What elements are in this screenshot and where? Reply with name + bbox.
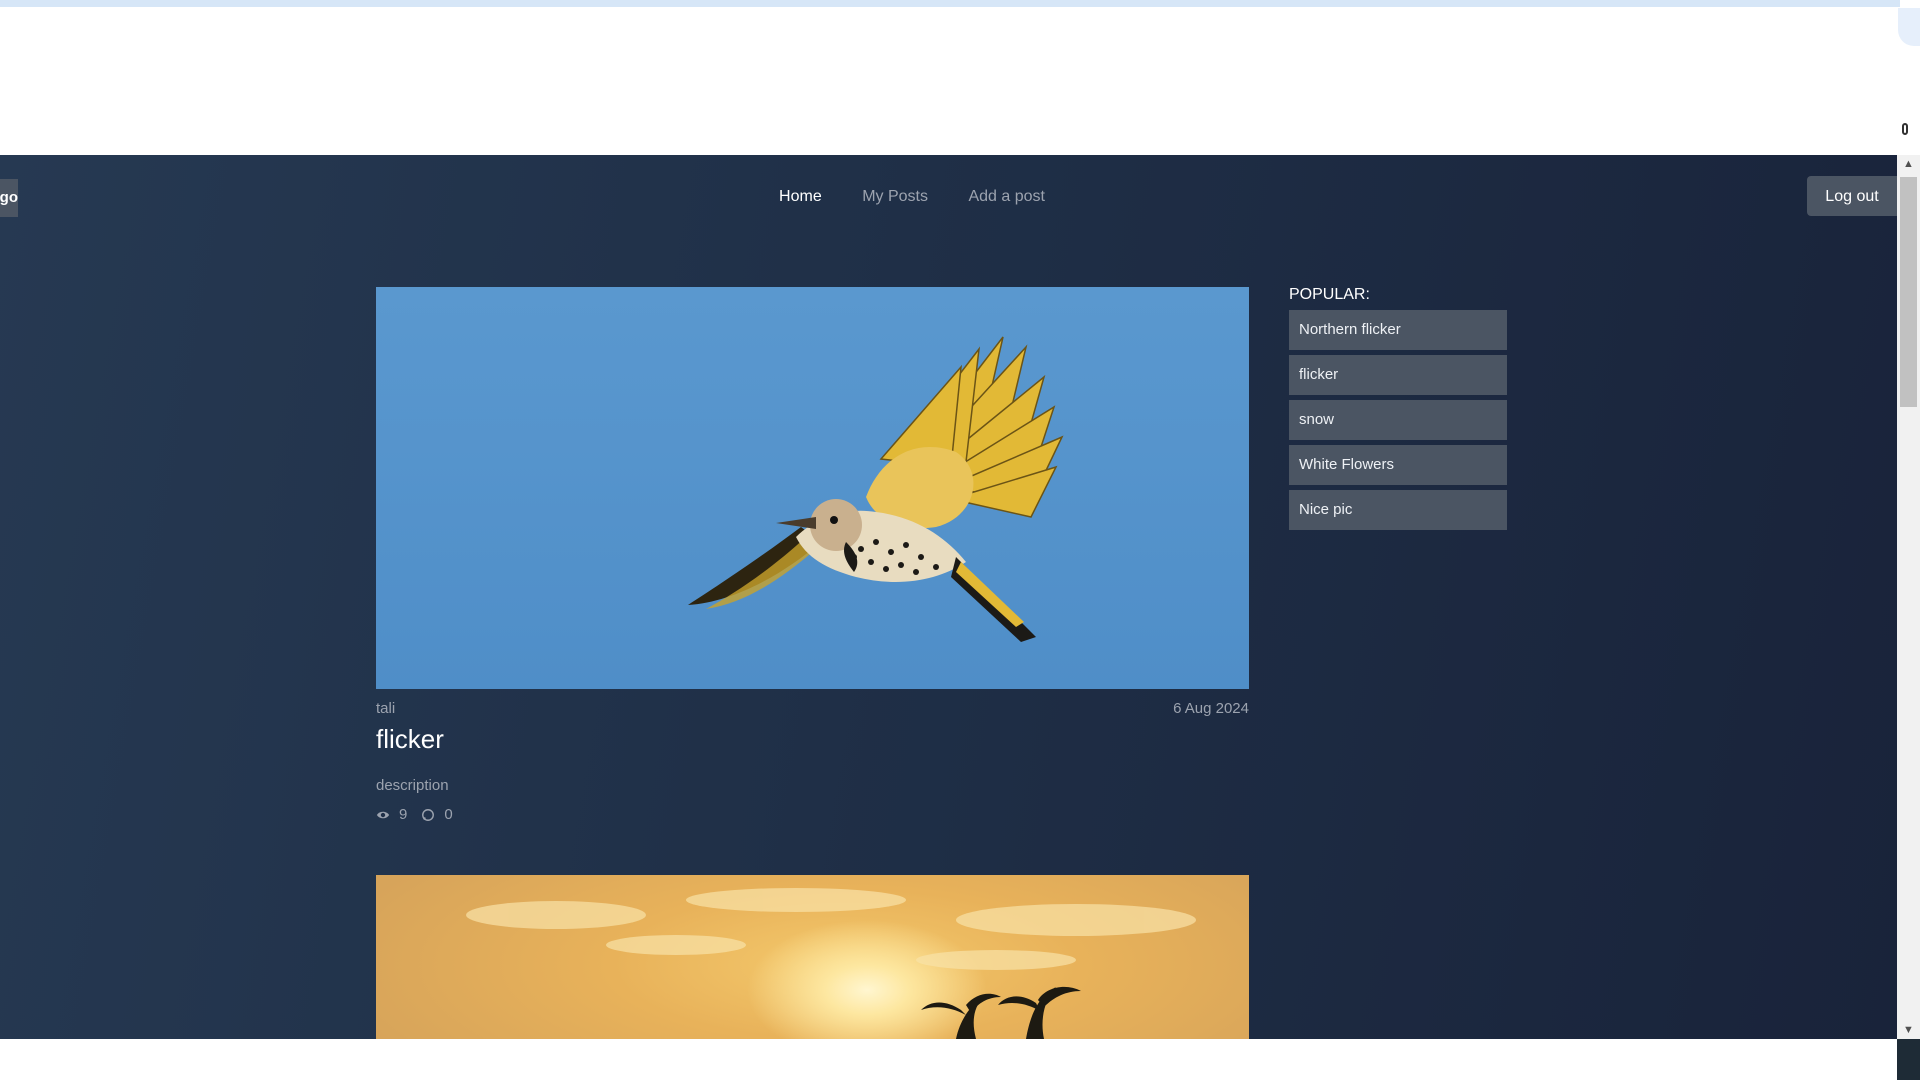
- comment-icon: [422, 808, 435, 821]
- nav-home[interactable]: Home: [779, 188, 822, 206]
- sunset-illustration: [466, 888, 1196, 1039]
- popular-item[interactable]: Northern flicker: [1289, 310, 1507, 350]
- popular-sidebar: POPULAR: Northern flicker flicker snow W…: [1289, 286, 1507, 535]
- post-date: 6 Aug 2024: [1173, 700, 1249, 717]
- browser-top-area: [0, 7, 1900, 155]
- scroll-thumb[interactable]: [1900, 177, 1917, 407]
- views-count: 9: [399, 806, 408, 823]
- scroll-down-icon[interactable]: ▼: [1897, 1021, 1920, 1039]
- popular-title: POPULAR:: [1289, 286, 1370, 303]
- post-card: tali 6 Aug 2024 flicker description 9 0: [376, 287, 1249, 823]
- comments-count: 0: [444, 806, 453, 823]
- popular-item[interactable]: snow: [1289, 400, 1507, 440]
- flying-bird-illustration: [688, 336, 1064, 642]
- nav-add-post[interactable]: Add a post: [968, 188, 1045, 206]
- page-scrollbar[interactable]: ▲ ▼: [1897, 155, 1920, 1039]
- browser-corner-widget: [1898, 8, 1920, 46]
- nav-my-posts[interactable]: My Posts: [862, 188, 928, 206]
- popular-item[interactable]: flicker: [1289, 355, 1507, 395]
- browser-top-border: [0, 0, 1900, 7]
- post-title[interactable]: flicker: [376, 724, 1249, 755]
- browser-bottom-corner: [1897, 1039, 1920, 1080]
- browser-bottom-area: [0, 1039, 1897, 1080]
- browser-corner-icon: [1902, 123, 1908, 135]
- logout-button[interactable]: Log out: [1807, 176, 1897, 216]
- post-stats: 9 0: [376, 806, 1249, 823]
- app-page: Logo Home My Posts Add a post Log out: [0, 155, 1897, 1039]
- popular-item[interactable]: Nice pic: [1289, 490, 1507, 530]
- main-nav: Home My Posts Add a post: [0, 188, 1824, 206]
- eye-icon: [376, 811, 390, 818]
- popular-item[interactable]: White Flowers: [1289, 445, 1507, 485]
- post-card: [376, 875, 1249, 1039]
- post-meta: tali 6 Aug 2024: [376, 700, 1249, 720]
- post-description: description: [376, 777, 449, 794]
- post-image[interactable]: [376, 875, 1249, 1039]
- post-image[interactable]: [376, 287, 1249, 689]
- scroll-up-icon[interactable]: ▲: [1897, 155, 1920, 173]
- post-author[interactable]: tali: [376, 700, 395, 717]
